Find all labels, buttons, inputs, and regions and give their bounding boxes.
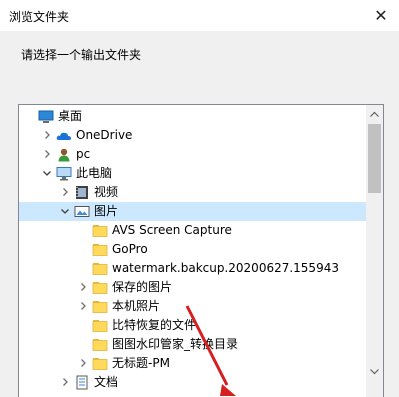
- tree-item[interactable]: 比特恢复的文件: [19, 316, 366, 335]
- onedrive-icon: [56, 128, 72, 143]
- pictures-folder-icon: [74, 204, 90, 219]
- tree-item-label: watermark.bakcup.20200627.155943: [112, 261, 339, 275]
- folder-icon: [92, 299, 108, 314]
- scroll-up-button[interactable]: [366, 105, 383, 122]
- tree-item-label: AVS Screen Capture: [112, 223, 232, 237]
- tree-item[interactable]: 桌面: [19, 107, 366, 126]
- expand-chevron-icon[interactable]: [42, 130, 52, 140]
- collapse-chevron-icon[interactable]: [60, 206, 70, 216]
- chevron-up-icon: [370, 111, 379, 117]
- tree-item-label: 本机照片: [112, 299, 161, 313]
- window-title: 浏览文件夹: [9, 10, 70, 24]
- tree-item[interactable]: OneDrive: [19, 126, 366, 145]
- desktop-icon: [38, 109, 54, 124]
- tree-item[interactable]: 图片: [19, 202, 366, 221]
- scrollbar-thumb[interactable]: [368, 124, 381, 193]
- video-folder-icon: [74, 185, 90, 200]
- tree-item-label: pc: [76, 147, 91, 161]
- expand-chevron-icon[interactable]: [78, 301, 88, 311]
- tree-item-label: 无标题-PM: [112, 356, 170, 370]
- documents-folder-icon: [74, 375, 90, 390]
- tree-item-label: 保存的图片: [112, 280, 173, 294]
- tree-item-label: 文档: [94, 375, 119, 389]
- tree-item-label: 图图水印管家_转换目录: [112, 337, 239, 351]
- tree-item[interactable]: pc: [19, 145, 366, 164]
- folder-icon: [92, 280, 108, 295]
- folder-icon: [92, 318, 108, 333]
- tree-item[interactable]: GoPro: [19, 240, 366, 259]
- title-bar: 浏览文件夹 ✕: [0, 0, 399, 31]
- folder-tree[interactable]: 桌面 OneDrive pc 此电脑视频图片 AVS Screen Capture GoP…: [18, 104, 384, 397]
- tree-item[interactable]: 本机照片: [19, 297, 366, 316]
- tree-item[interactable]: AVS Screen Capture: [19, 221, 366, 240]
- tree-item-label: 此电脑: [76, 166, 113, 180]
- tree-item[interactable]: 保存的图片: [19, 278, 366, 297]
- scroll-down-button[interactable]: [366, 363, 383, 380]
- tree-item[interactable]: 图图水印管家_转换目录: [19, 335, 366, 354]
- tree-item[interactable]: 文档: [19, 373, 366, 392]
- close-button[interactable]: ✕: [363, 0, 399, 31]
- chevron-down-icon: [370, 368, 379, 374]
- computer-icon: [56, 166, 72, 181]
- collapse-chevron-icon[interactable]: [42, 168, 52, 178]
- tree-item-label: 桌面: [58, 109, 83, 123]
- dialog-prompt: 请选择一个输出文件夹: [21, 48, 142, 62]
- folder-icon: [92, 337, 108, 352]
- folder-icon: [92, 223, 108, 238]
- tree-item[interactable]: 视频: [19, 183, 366, 202]
- tree-item-label: OneDrive: [76, 128, 133, 142]
- expand-chevron-icon[interactable]: [60, 187, 70, 197]
- tree-item-label: 图片: [94, 204, 119, 218]
- folder-icon: [92, 356, 108, 371]
- tree-item[interactable]: watermark.bakcup.20200627.155943: [19, 259, 366, 278]
- tree-item[interactable]: 无标题-PM: [19, 354, 366, 373]
- expand-chevron-icon[interactable]: [78, 282, 88, 292]
- expand-chevron-icon[interactable]: [42, 149, 52, 159]
- expand-chevron-icon[interactable]: [78, 358, 88, 368]
- tree-item-label: GoPro: [112, 242, 148, 256]
- vertical-scrollbar[interactable]: [366, 105, 383, 397]
- folder-icon: [92, 242, 108, 257]
- close-icon: ✕: [374, 6, 388, 25]
- tree-item-label: 视频: [94, 185, 119, 199]
- user-icon: [56, 147, 72, 162]
- tree-item[interactable]: 此电脑: [19, 164, 366, 183]
- expand-chevron-icon[interactable]: [60, 377, 70, 387]
- folder-icon: [92, 261, 108, 276]
- tree-item-label: 比特恢复的文件: [112, 318, 197, 332]
